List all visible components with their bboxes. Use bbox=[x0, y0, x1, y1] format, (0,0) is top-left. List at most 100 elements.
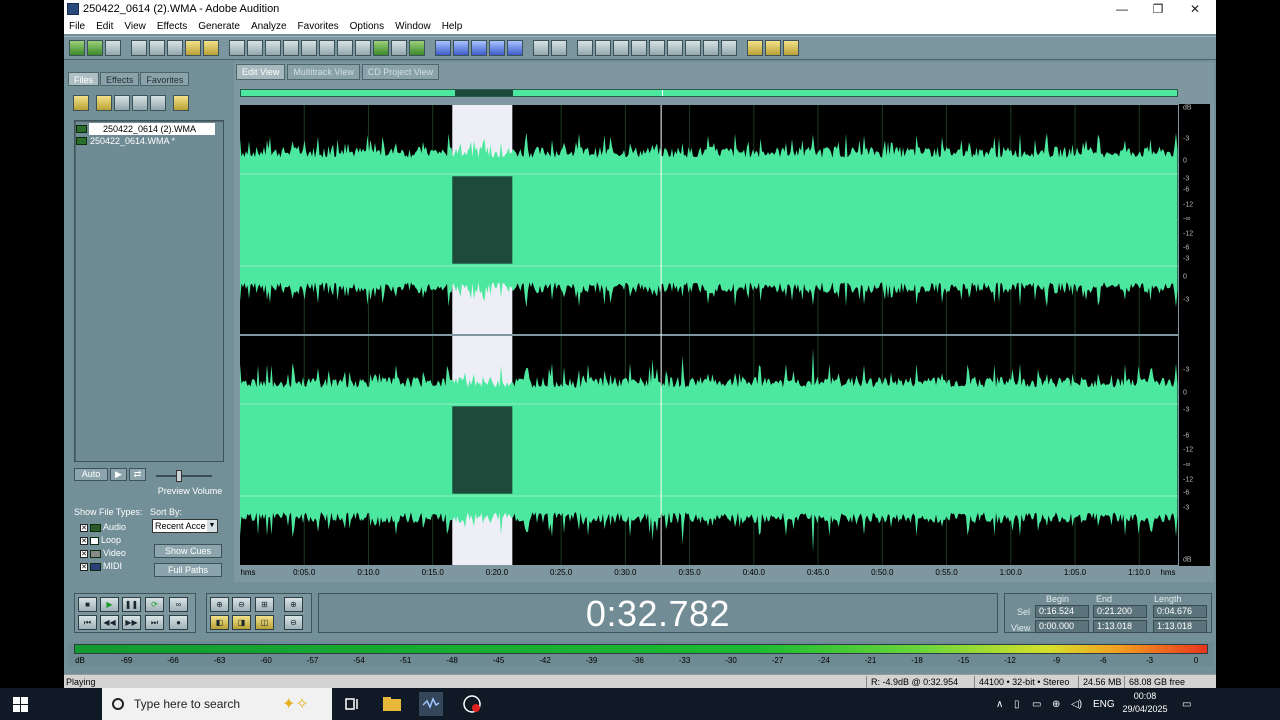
zoom-out-vertical-icon[interactable]: ⊖ bbox=[284, 615, 303, 630]
pause-button[interactable]: ❚❚ bbox=[122, 597, 141, 612]
view-begin-field[interactable]: 0:00.000 bbox=[1035, 620, 1089, 633]
view-end-field[interactable]: 1:13.018 bbox=[1093, 620, 1147, 633]
open-file-icon[interactable] bbox=[149, 40, 165, 56]
play-window-icon[interactable] bbox=[631, 40, 647, 56]
list-item[interactable]: 250422_0614.WMA * bbox=[76, 135, 175, 147]
checkbox[interactable]: ✕ bbox=[80, 536, 88, 545]
tab-files[interactable]: Files bbox=[68, 72, 100, 86]
cue-icon[interactable] bbox=[391, 40, 407, 56]
insert-icon[interactable] bbox=[150, 95, 166, 111]
taskbar-search[interactable]: Type here to search ✦✧ bbox=[102, 688, 332, 720]
menu-view[interactable]: View bbox=[124, 21, 146, 32]
menu-window[interactable]: Window bbox=[395, 21, 431, 32]
paste-icon[interactable] bbox=[319, 40, 335, 56]
preview-loop-button[interactable]: ⇄ bbox=[129, 468, 146, 481]
waveform-svg[interactable] bbox=[240, 105, 1178, 565]
app-icon-red[interactable] bbox=[460, 692, 484, 716]
start-button[interactable] bbox=[0, 688, 40, 720]
workspace-edit-icon[interactable] bbox=[69, 40, 85, 56]
restore-button[interactable]: ❐ bbox=[1140, 0, 1176, 18]
tray-network-icon[interactable]: ⊕ bbox=[1052, 688, 1060, 720]
paste-new-icon[interactable] bbox=[337, 40, 353, 56]
file-list[interactable]: 250422_0614 (2).WMA 250422_0614.WMA * bbox=[74, 120, 224, 462]
help-icon[interactable] bbox=[783, 40, 799, 56]
zoom-window-icon[interactable] bbox=[649, 40, 665, 56]
time-ruler[interactable]: hms 0:05.0 0:10.0 0:15.0 0:20.0 0:25.0 0:30.0 0… bbox=[240, 566, 1178, 580]
menu-help[interactable]: Help bbox=[442, 21, 463, 32]
filetype-audio[interactable]: ✕ Audio bbox=[80, 522, 126, 532]
save-as-icon[interactable] bbox=[203, 40, 219, 56]
undo-icon[interactable] bbox=[229, 40, 245, 56]
menu-generate[interactable]: Generate bbox=[198, 21, 240, 32]
fast-forward-button[interactable]: ▶▶ bbox=[122, 615, 141, 630]
copy-new-icon[interactable] bbox=[301, 40, 317, 56]
menu-effects[interactable]: Effects bbox=[157, 21, 187, 32]
checkbox[interactable]: ✕ bbox=[80, 523, 88, 532]
tab-edit-view[interactable]: Edit View bbox=[236, 64, 286, 80]
workspace-cd-icon[interactable] bbox=[105, 40, 121, 56]
go-to-start-button[interactable]: ⏮ bbox=[78, 615, 97, 630]
save-icon[interactable] bbox=[185, 40, 201, 56]
snap-icon[interactable] bbox=[507, 40, 523, 56]
text-cursor-icon[interactable] bbox=[533, 40, 549, 56]
menu-analyze[interactable]: Analyze bbox=[251, 21, 287, 32]
overview-bar[interactable] bbox=[240, 89, 1178, 97]
sel-begin-field[interactable]: 0:16.524 bbox=[1035, 605, 1089, 618]
preview-play-button[interactable]: ▶ bbox=[110, 468, 127, 481]
checkbox[interactable]: ✕ bbox=[80, 562, 88, 571]
zoom-left-icon[interactable]: ◧ bbox=[210, 615, 229, 630]
full-paths-button[interactable]: Full Paths bbox=[154, 563, 222, 577]
grid-icon[interactable] bbox=[489, 40, 505, 56]
tray-chevron-up-icon[interactable]: ∧ bbox=[996, 688, 1003, 720]
tools-icon[interactable] bbox=[765, 40, 781, 56]
copy-icon[interactable] bbox=[283, 40, 299, 56]
tab-cd-project-view[interactable]: CD Project View bbox=[361, 64, 440, 80]
tab-favorites[interactable]: Favorites bbox=[140, 72, 190, 86]
zoom-right-icon[interactable]: ◨ bbox=[232, 615, 251, 630]
file-explorer-icon[interactable] bbox=[380, 692, 404, 716]
new-file-icon[interactable] bbox=[131, 40, 147, 56]
edit-file-icon[interactable] bbox=[132, 95, 148, 111]
zoom-out-icon[interactable]: ⊖ bbox=[232, 597, 251, 612]
mix-paste-icon[interactable] bbox=[355, 40, 371, 56]
close-icon[interactable] bbox=[114, 95, 130, 111]
zoom-in-icon[interactable]: ⊕ bbox=[210, 597, 229, 612]
show-cues-button[interactable]: Show Cues bbox=[154, 544, 222, 558]
statistics-icon[interactable] bbox=[471, 40, 487, 56]
rewind-button[interactable]: ◀◀ bbox=[100, 615, 119, 630]
frequency-analysis-icon[interactable] bbox=[453, 40, 469, 56]
hybrid-tool-icon[interactable] bbox=[551, 40, 567, 56]
adobe-audition-taskbar-icon[interactable] bbox=[419, 692, 443, 716]
tray-device-icon[interactable]: ▯ bbox=[1014, 688, 1020, 720]
tray-battery-icon[interactable]: ▭ bbox=[1032, 688, 1041, 720]
sel-length-field[interactable]: 0:04.676 bbox=[1153, 605, 1207, 618]
tab-multitrack-view[interactable]: Multitrack View bbox=[287, 64, 360, 80]
view-length-field[interactable]: 1:13.018 bbox=[1153, 620, 1207, 633]
tab-effects[interactable]: Effects bbox=[100, 72, 140, 86]
preview-volume-slider[interactable] bbox=[176, 470, 182, 482]
minimize-button[interactable]: — bbox=[1104, 0, 1140, 18]
play-preview-icon[interactable] bbox=[173, 95, 189, 111]
task-view-icon[interactable] bbox=[340, 692, 364, 716]
auto-play-button[interactable]: Auto bbox=[74, 468, 108, 481]
loop-icon[interactable] bbox=[409, 40, 425, 56]
play-button[interactable]: ▶ bbox=[100, 597, 119, 612]
zoom-in-vertical-icon[interactable]: ⊕ bbox=[284, 597, 303, 612]
status-window-icon[interactable] bbox=[721, 40, 737, 56]
list-item[interactable]: 250422_0614 (2).WMA bbox=[76, 123, 215, 135]
record-button[interactable]: ● bbox=[169, 615, 188, 630]
taskbar-clock[interactable]: 00:08 29/04/2025 bbox=[1118, 690, 1172, 716]
tray-volume-icon[interactable]: ◁) bbox=[1071, 688, 1082, 720]
filetype-midi[interactable]: ✕ MIDI bbox=[80, 561, 122, 571]
zoom-selection-icon[interactable]: ◫ bbox=[255, 615, 274, 630]
mixer-icon[interactable] bbox=[613, 40, 629, 56]
stop-button[interactable]: ■ bbox=[78, 597, 97, 612]
close-button[interactable]: ✕ bbox=[1177, 0, 1213, 18]
menu-favorites[interactable]: Favorites bbox=[298, 21, 339, 32]
tray-language[interactable]: ENG bbox=[1093, 688, 1115, 720]
close-file-icon[interactable] bbox=[167, 40, 183, 56]
cut-icon[interactable] bbox=[265, 40, 281, 56]
levels-window-icon[interactable] bbox=[703, 40, 719, 56]
menu-file[interactable]: File bbox=[69, 21, 85, 32]
selection-window-icon[interactable] bbox=[685, 40, 701, 56]
